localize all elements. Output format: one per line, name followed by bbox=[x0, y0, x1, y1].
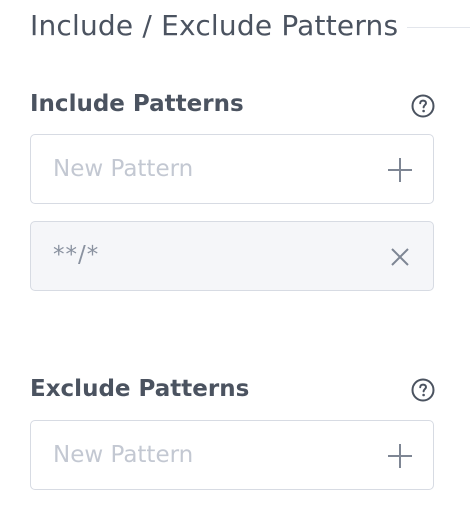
exclude-add-pattern-plus-icon[interactable] bbox=[387, 443, 413, 469]
exclude-help-icon[interactable] bbox=[411, 378, 435, 402]
include-add-pattern-plus-icon[interactable] bbox=[387, 157, 413, 183]
include-remove-pattern-close-icon[interactable] bbox=[387, 244, 413, 270]
include-patterns-heading: Include Patterns bbox=[30, 91, 244, 117]
include-new-pattern-input[interactable] bbox=[31, 135, 371, 203]
exclude-patterns-heading: Exclude Patterns bbox=[30, 376, 250, 402]
include-help-icon[interactable] bbox=[411, 94, 435, 118]
include-pattern-item: **/* bbox=[30, 221, 434, 291]
include-exclude-panel: Include / Exclude Patterns Include Patte… bbox=[0, 0, 470, 528]
exclude-new-pattern-input[interactable] bbox=[31, 421, 371, 489]
include-new-pattern-field bbox=[30, 134, 434, 204]
exclude-new-pattern-field bbox=[30, 420, 434, 490]
page-title: Include / Exclude Patterns bbox=[30, 9, 399, 42]
include-pattern-value: **/* bbox=[53, 242, 100, 268]
title-divider bbox=[407, 27, 470, 28]
